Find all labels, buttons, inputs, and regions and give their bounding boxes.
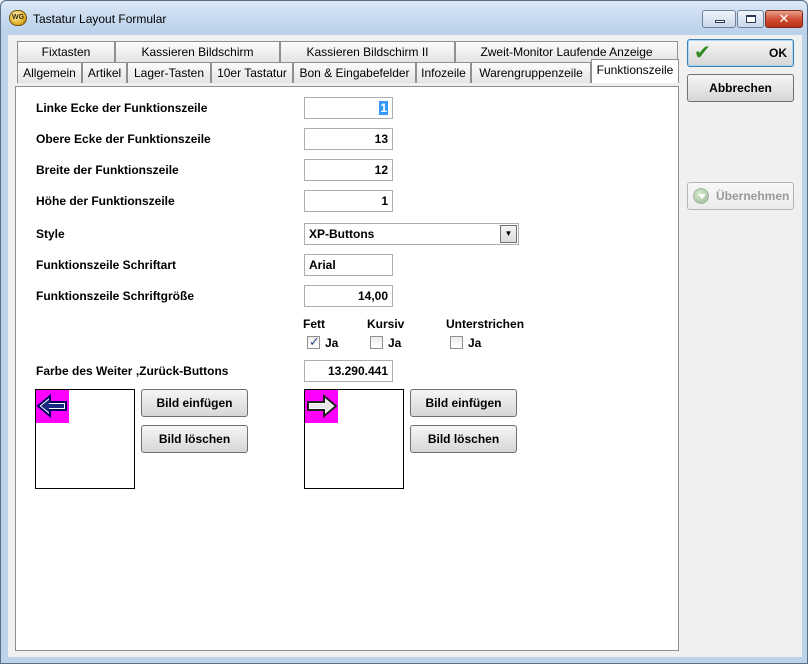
unterstrichen-label: Unterstrichen	[446, 317, 525, 331]
minimize-button[interactable]	[702, 10, 736, 28]
tab-10er-tastatur[interactable]: 10er Tastatur	[211, 62, 293, 83]
tab-fixtasten[interactable]: Fixtasten	[17, 41, 115, 62]
apply-button[interactable]: Übernehmen	[687, 182, 794, 210]
minimize-icon	[715, 20, 725, 23]
tab-funktionszeile[interactable]: Funktionszeile	[591, 59, 679, 83]
tab-bon-eingabefelder[interactable]: Bon & Eingabefelder	[293, 62, 416, 83]
weiter-image-box	[304, 389, 404, 489]
tab-lager-tasten[interactable]: Lager-Tasten	[127, 62, 211, 83]
tab-artikel[interactable]: Artikel	[82, 62, 127, 83]
schriftgroesse-label: Funktionszeile Schriftgröße	[36, 289, 195, 303]
ok-button[interactable]: ✔ OK	[687, 39, 794, 67]
schriftgroesse-input[interactable]: 14,00	[304, 285, 393, 307]
hoehe-input[interactable]: 1	[304, 190, 393, 212]
tab-warengruppenzeile[interactable]: Warengruppenzeile	[471, 62, 591, 83]
title-bar[interactable]: WG Tastatur Layout Formular ✕	[1, 1, 807, 35]
fett-label: Fett	[303, 317, 325, 331]
cancel-button[interactable]: Abbrechen	[687, 74, 794, 102]
dialog-client-area: Fixtasten Kassieren Bildschirm Kassieren…	[8, 35, 802, 657]
arrow-left-icon	[36, 390, 69, 423]
style-select-value: XP-Buttons	[309, 227, 375, 241]
kursiv-option-label[interactable]: Ja	[388, 336, 401, 350]
maximize-button[interactable]	[737, 10, 764, 28]
style-label: Style	[36, 227, 65, 241]
apply-button-label: Übernehmen	[716, 189, 790, 203]
ok-button-label: OK	[769, 46, 787, 60]
tab-kassieren-bildschirm-ii[interactable]: Kassieren Bildschirm II	[280, 41, 455, 62]
zurueck-bild-einfuegen-button[interactable]: Bild einfügen	[141, 389, 248, 417]
fett-checkbox[interactable]	[307, 334, 320, 350]
arrow-right-icon	[305, 390, 338, 423]
style-select[interactable]: XP-Buttons ▼	[304, 223, 519, 245]
zurueck-image-box	[35, 389, 135, 489]
unterstrichen-option-label[interactable]: Ja	[468, 336, 481, 350]
tab-panel-funktionszeile: Linke Ecke der Funktionszeile 1 Obere Ec…	[15, 86, 679, 651]
farbe-input[interactable]: 13.290.441	[304, 360, 393, 382]
window-title: Tastatur Layout Formular	[33, 12, 167, 26]
linke-ecke-label: Linke Ecke der Funktionszeile	[36, 101, 208, 115]
tab-kassieren-bildschirm[interactable]: Kassieren Bildschirm	[115, 41, 280, 62]
schriftart-label: Funktionszeile Schriftart	[36, 258, 177, 272]
close-icon: ✕	[778, 11, 790, 26]
schriftart-input[interactable]: Arial	[304, 254, 393, 276]
breite-input[interactable]: 12	[304, 159, 393, 181]
close-button[interactable]: ✕	[765, 10, 803, 28]
kursiv-checkbox[interactable]	[370, 336, 383, 349]
unterstrichen-checkbox[interactable]	[450, 336, 463, 349]
tab-allgemein[interactable]: Allgemein	[17, 62, 82, 83]
kursiv-label: Kursiv	[367, 317, 405, 331]
breite-label: Breite der Funktionszeile	[36, 163, 179, 177]
linke-ecke-value: 1	[379, 101, 388, 115]
checkmark-icon: ✔	[694, 42, 711, 64]
chevron-down-icon[interactable]: ▼	[500, 225, 517, 243]
maximize-icon	[746, 15, 756, 23]
apply-arrow-icon	[693, 188, 709, 204]
tab-infozeile[interactable]: Infozeile	[416, 62, 471, 83]
zurueck-bild-loeschen-button[interactable]: Bild löschen	[141, 425, 248, 453]
farbe-label: Farbe des Weiter ,Zurück-Buttons	[36, 364, 229, 378]
fett-option-label[interactable]: Ja	[325, 336, 338, 350]
hoehe-label: Höhe der Funktionszeile	[36, 194, 175, 208]
weiter-bild-loeschen-button[interactable]: Bild löschen	[410, 425, 517, 453]
app-icon: WG	[9, 10, 27, 26]
obere-ecke-label: Obere Ecke der Funktionszeile	[36, 132, 211, 146]
weiter-bild-einfuegen-button[interactable]: Bild einfügen	[410, 389, 517, 417]
dialog-window: WG Tastatur Layout Formular ✕ Fixtasten …	[0, 0, 808, 664]
linke-ecke-input[interactable]: 1	[304, 97, 393, 119]
obere-ecke-input[interactable]: 13	[304, 128, 393, 150]
